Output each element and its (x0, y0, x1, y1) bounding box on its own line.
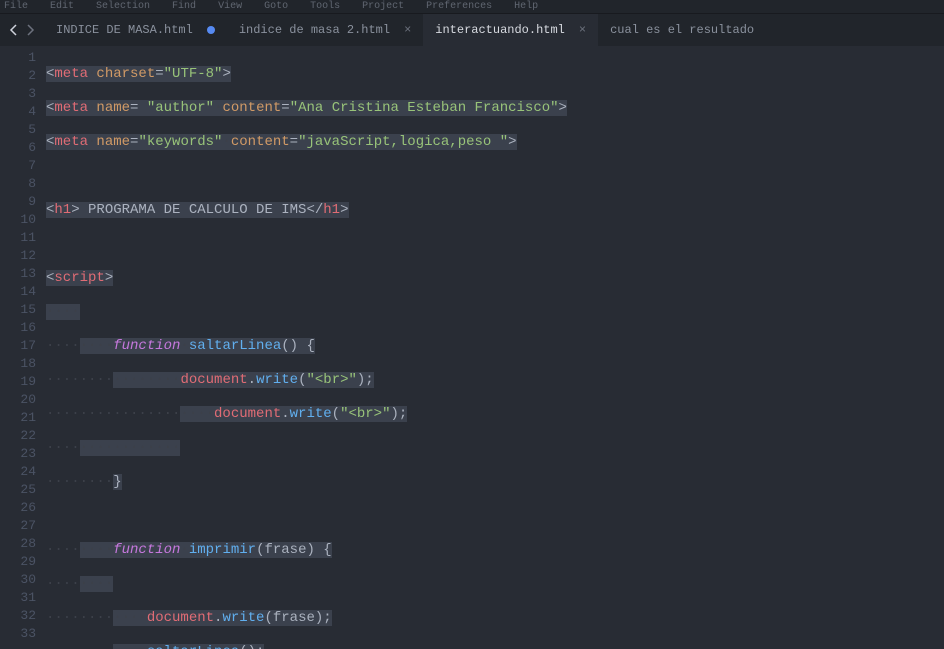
line-number: 30 (0, 571, 46, 589)
line-number: 21 (0, 409, 46, 427)
line-number: 16 (0, 319, 46, 337)
tab-label: INDICE DE MASA.html (56, 23, 193, 37)
line-number: 2 (0, 67, 46, 85)
menu-item[interactable]: Edit (50, 1, 74, 12)
line-number: 26 (0, 499, 46, 517)
line-number: 29 (0, 553, 46, 571)
line-number: 8 (0, 175, 46, 193)
search-placeholder: cual es el resultado (610, 23, 754, 37)
tab-row: INDICE DE MASA.html indice de masa 2.htm… (0, 14, 944, 46)
menu-item[interactable]: File (4, 1, 28, 12)
line-number: 31 (0, 589, 46, 607)
modified-dot-icon (207, 26, 215, 34)
line-number: 3 (0, 85, 46, 103)
line-number: 15 (0, 301, 46, 319)
line-number: 33 (0, 625, 46, 643)
line-number-gutter: 1234567891011121314151617181920212223242… (0, 46, 46, 649)
line-number: 18 (0, 355, 46, 373)
menu-item[interactable]: Find (172, 1, 196, 12)
line-number: 27 (0, 517, 46, 535)
editor-area[interactable]: 1234567891011121314151617181920212223242… (0, 46, 944, 649)
line-number: 20 (0, 391, 46, 409)
line-number: 14 (0, 283, 46, 301)
tab-interactuando[interactable]: interactuando.html × (423, 14, 598, 46)
menu-item[interactable]: Preferences (426, 1, 492, 12)
line-number: 13 (0, 265, 46, 283)
line-number: 7 (0, 157, 46, 175)
line-number: 22 (0, 427, 46, 445)
menu-item[interactable]: Project (362, 1, 404, 12)
code-content[interactable]: <meta·charset="UTF-8"> <meta·name= "auth… (46, 46, 944, 649)
line-number: 17 (0, 337, 46, 355)
line-number: 6 (0, 139, 46, 157)
line-number: 19 (0, 373, 46, 391)
line-number: 11 (0, 229, 46, 247)
close-icon[interactable]: × (404, 23, 411, 37)
line-number: 10 (0, 211, 46, 229)
line-number: 12 (0, 247, 46, 265)
search-tab[interactable]: cual es el resultado (598, 14, 898, 46)
nav-forward-icon[interactable] (24, 24, 36, 36)
line-number: 28 (0, 535, 46, 553)
tab-indice-de-masa-2[interactable]: indice de masa 2.html × (227, 14, 423, 46)
menu-item[interactable]: Tools (310, 1, 340, 12)
line-number: 5 (0, 121, 46, 139)
menu-bar[interactable]: File Edit Selection Find View Goto Tools… (0, 0, 944, 14)
menu-item[interactable]: Help (514, 1, 538, 12)
close-icon[interactable]: × (579, 23, 586, 37)
tab-indice-de-masa[interactable]: INDICE DE MASA.html (44, 14, 227, 46)
line-number: 24 (0, 463, 46, 481)
tab-label: interactuando.html (435, 23, 565, 37)
line-number: 25 (0, 481, 46, 499)
line-number: 4 (0, 103, 46, 121)
nav-back-icon[interactable] (8, 24, 20, 36)
line-number: 23 (0, 445, 46, 463)
line-number: 1 (0, 49, 46, 67)
menu-item[interactable]: View (218, 1, 242, 12)
tab-label: indice de masa 2.html (239, 23, 390, 37)
menu-item[interactable]: Selection (96, 1, 150, 12)
menu-item[interactable]: Goto (264, 1, 288, 12)
line-number: 32 (0, 607, 46, 625)
line-number: 9 (0, 193, 46, 211)
